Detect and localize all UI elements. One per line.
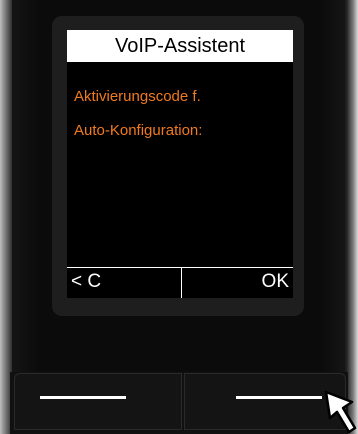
arrow-pointer-icon xyxy=(324,390,357,434)
display-line-activation-code: Aktivierungscode f. xyxy=(74,88,201,105)
right-key-marker xyxy=(236,396,322,399)
softkey-divider xyxy=(181,268,182,298)
left-key-marker xyxy=(40,396,126,399)
softkey-bar: < C OK xyxy=(67,267,293,298)
left-display-key[interactable] xyxy=(14,373,182,430)
softkey-back-label: < C xyxy=(71,271,102,292)
display-line-auto-config: Auto-Konfiguration: xyxy=(74,122,203,139)
softkey-ok-label: OK xyxy=(261,271,289,292)
display-screen: VoIP-Assistent Aktivierungscode f. Auto-… xyxy=(67,30,293,298)
display-title: VoIP-Assistent xyxy=(67,30,293,62)
handset-edge-left xyxy=(0,0,12,434)
handset-edge-right xyxy=(346,0,358,434)
